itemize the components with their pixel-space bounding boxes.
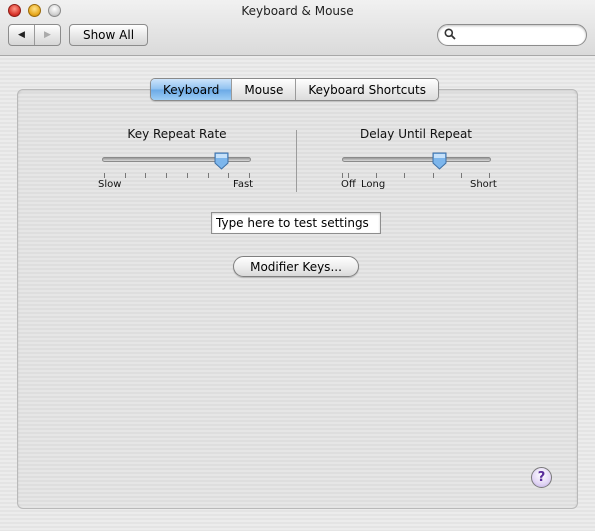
- slider-divider: [296, 130, 297, 192]
- tab-mouse[interactable]: Mouse: [231, 79, 296, 100]
- delay-until-repeat-slider-thumb[interactable]: [432, 152, 447, 170]
- slider-tick: [433, 173, 434, 178]
- tab-keyboard[interactable]: Keyboard: [151, 79, 232, 100]
- modifier-keys-button[interactable]: Modifier Keys...: [233, 256, 359, 277]
- slider-tick: [166, 173, 167, 178]
- key-repeat-slow-label: Slow: [98, 179, 122, 190]
- slider-tick: [104, 173, 105, 178]
- show-all-button[interactable]: Show All: [69, 24, 148, 46]
- back-button[interactable]: ◀: [9, 25, 34, 45]
- search-input[interactable]: [460, 27, 584, 45]
- slider-tick: [249, 173, 250, 178]
- slider-tick: [187, 173, 188, 178]
- slider-tick: [342, 173, 343, 178]
- slider-tick: [145, 173, 146, 178]
- back-forward-control: ◀ ▶: [8, 24, 61, 46]
- test-settings-field[interactable]: [211, 212, 381, 234]
- key-repeat-rate-slider-thumb[interactable]: [214, 152, 229, 170]
- delay-long-label: Long: [361, 179, 386, 190]
- back-arrow-icon: ◀: [18, 30, 25, 40]
- slider-tick: [348, 173, 349, 178]
- key-repeat-rate-title: Key Repeat Rate: [127, 127, 227, 141]
- slider-tick: [208, 173, 209, 178]
- keyboard-settings-panel: [17, 89, 578, 509]
- slider-tick: [376, 173, 377, 178]
- slider-tick: [125, 173, 126, 178]
- tab-keyboard-shortcuts[interactable]: Keyboard Shortcuts: [295, 79, 438, 100]
- tab-bar: Keyboard Mouse Keyboard Shortcuts: [150, 78, 439, 101]
- slider-tick: [404, 173, 405, 178]
- title-bar: Keyboard & Mouse ◀ ▶ Show All: [0, 0, 595, 56]
- delay-off-label: Off: [341, 179, 356, 190]
- key-repeat-fast-label: Fast: [233, 179, 254, 190]
- search-field[interactable]: [437, 24, 587, 46]
- slider-tick: [461, 173, 462, 178]
- forward-arrow-icon: ▶: [44, 30, 51, 40]
- slider-tick: [489, 173, 490, 178]
- forward-button[interactable]: ▶: [34, 25, 60, 45]
- delay-until-repeat-title: Delay Until Repeat: [359, 127, 473, 141]
- slider-tick: [228, 173, 229, 178]
- delay-until-repeat-track[interactable]: [342, 157, 491, 162]
- search-icon: [444, 28, 456, 43]
- help-button[interactable]: ?: [531, 467, 552, 488]
- delay-short-label: Short: [470, 179, 497, 190]
- preferences-window: Keyboard & Mouse ◀ ▶ Show All Keyboard M…: [0, 0, 595, 531]
- window-title: Keyboard & Mouse: [241, 4, 354, 18]
